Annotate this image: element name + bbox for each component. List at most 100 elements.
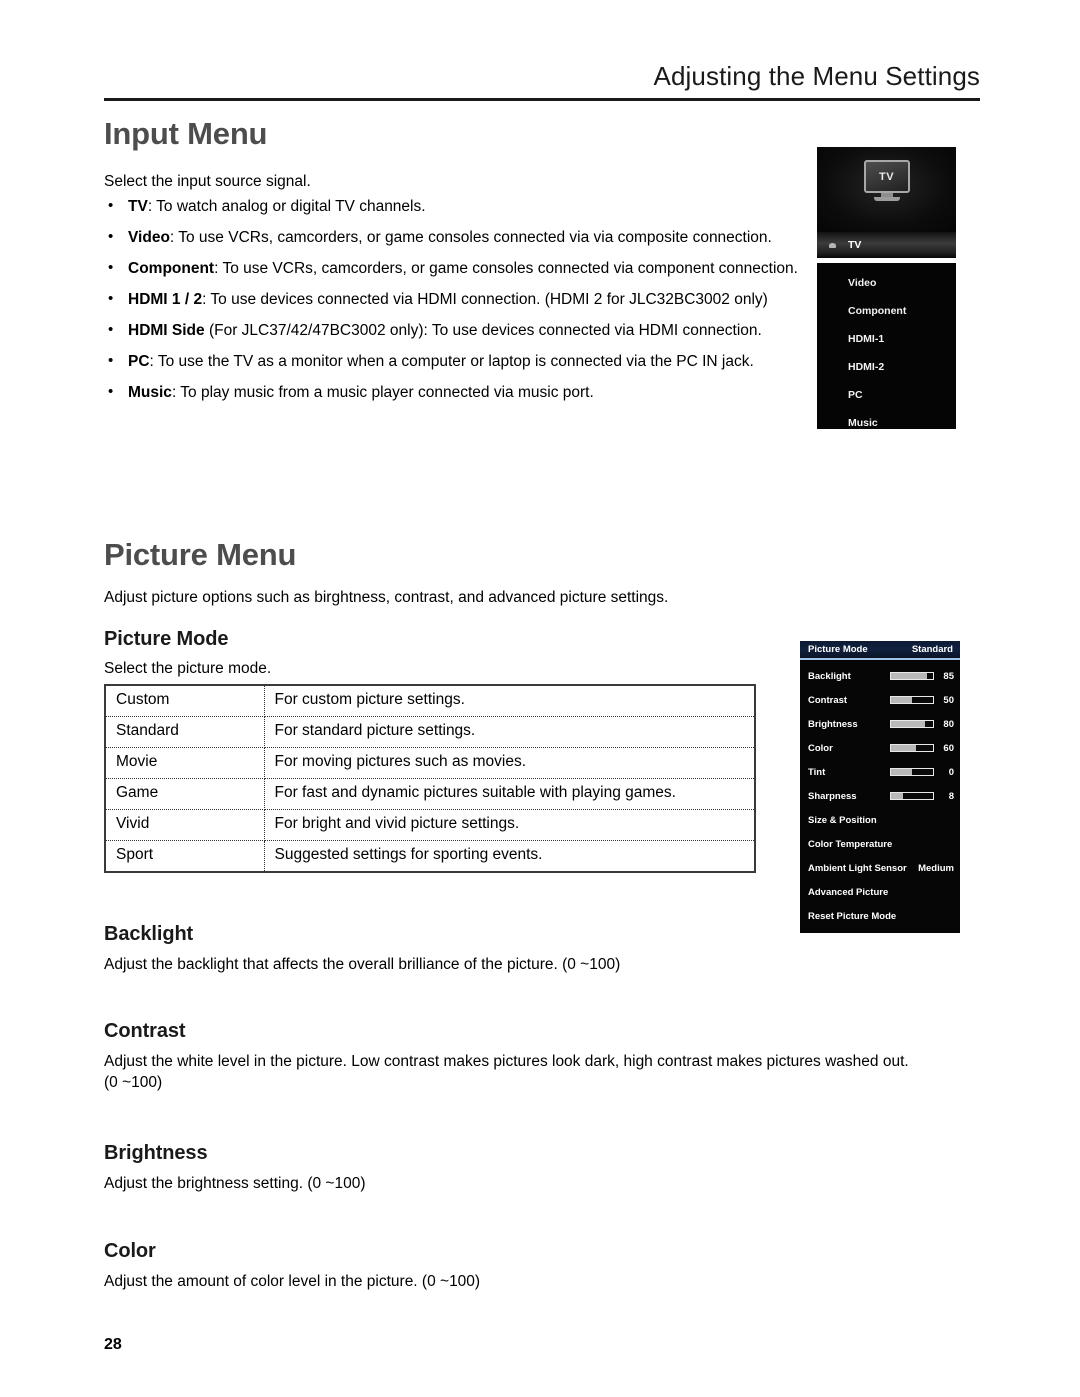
selection-marker-icon xyxy=(829,242,836,248)
contrast-heading: Contrast xyxy=(104,1020,186,1042)
running-header: Adjusting the Menu Settings xyxy=(104,62,980,91)
picture-mode-name-cell: Custom xyxy=(106,686,265,717)
input-source-bullet: Component: To use VCRs, camcorders, or g… xyxy=(104,257,904,280)
input-source-term: HDMI 1 / 2 xyxy=(128,291,203,308)
osd-input-item-component[interactable]: Component xyxy=(817,297,956,325)
picture-menu-intro: Adjust picture options such as birghtnes… xyxy=(104,589,669,606)
osd-input-item-pc[interactable]: PC xyxy=(817,381,956,409)
osd-picture-slider[interactable] xyxy=(890,768,934,776)
osd-picture-slider[interactable] xyxy=(890,792,934,800)
osd-tv-artwork: TV xyxy=(817,147,956,232)
osd-picture-row-value: Medium xyxy=(918,862,954,874)
picture-mode-description-cell: For standard picture settings. xyxy=(264,716,754,748)
osd-input-item-list: Video Component HDMI-1 HDMI-2 PC Music xyxy=(817,263,956,429)
osd-picture-title: Picture Mode xyxy=(808,644,868,655)
osd-picture-row-ambient-light-sensor[interactable]: Ambient Light Sensor Medium xyxy=(800,856,960,880)
osd-picture-row-label: Brightness xyxy=(808,718,858,730)
osd-picture-row-color[interactable]: Color 60 xyxy=(800,736,960,760)
osd-picture-slider[interactable] xyxy=(890,720,934,728)
input-menu-osd-panel: TV TV Video Component HDMI-1 HDMI-2 PC Music xyxy=(817,147,956,429)
osd-input-item-video[interactable]: Video xyxy=(817,269,956,297)
osd-picture-row-label: Sharpness xyxy=(808,790,857,802)
osd-input-item-music[interactable]: Music xyxy=(817,409,956,429)
picture-menu-osd-panel: Picture Mode Standard Backlight 85 Contras… xyxy=(800,641,960,933)
osd-picture-slider[interactable] xyxy=(890,696,934,704)
picture-mode-name-cell: Game xyxy=(106,778,265,810)
osd-picture-row-list: Backlight 85 Contrast 50 Brightness 80 Color 60… xyxy=(800,660,960,928)
picture-mode-name-cell: Sport xyxy=(106,840,265,871)
input-source-description: : To use VCRs, camcorders, or game conso… xyxy=(214,260,798,277)
input-source-description: : To watch analog or digital TV channels… xyxy=(147,198,426,215)
brightness-text: Adjust the brightness setting. (0 ~100) xyxy=(104,1175,366,1192)
osd-picture-row-tint[interactable]: Tint 0 xyxy=(800,760,960,784)
osd-picture-row-reset-picture-mode[interactable]: Reset Picture Mode xyxy=(800,904,960,928)
input-source-bullet: TV: To watch analog or digital TV channe… xyxy=(104,195,904,218)
table-row: Movie For moving pictures such as movies. xyxy=(106,747,754,779)
osd-picture-row-backlight[interactable]: Backlight 85 xyxy=(800,664,960,688)
osd-picture-row-label: Ambient Light Sensor xyxy=(808,862,907,874)
osd-picture-row-value: 80 xyxy=(943,718,954,730)
picture-mode-description-cell: For moving pictures such as movies. xyxy=(264,747,754,779)
osd-picture-row-contrast[interactable]: Contrast 50 xyxy=(800,688,960,712)
osd-input-item-tv-selected[interactable]: TV xyxy=(817,232,956,258)
osd-picture-row-color-temperature[interactable]: Color Temperature xyxy=(800,832,960,856)
header-rule xyxy=(104,98,980,101)
slider-fill xyxy=(891,721,925,727)
input-source-description: : To use the TV as a monitor when a comp… xyxy=(149,353,754,370)
picture-mode-intro: Select the picture mode. xyxy=(104,660,272,677)
brightness-heading: Brightness xyxy=(104,1142,208,1164)
input-source-description: : To use VCRs, camcorders, or game conso… xyxy=(169,229,772,246)
tv-icon: TV xyxy=(863,160,910,201)
table-row: Standard For standard picture settings. xyxy=(106,716,754,748)
table-row: Sport Suggested settings for sporting eve… xyxy=(106,840,754,871)
input-source-description: : To play music from a music player conn… xyxy=(171,384,594,401)
osd-input-item-hdmi-1[interactable]: HDMI-1 xyxy=(817,325,956,353)
picture-mode-heading: Picture Mode xyxy=(104,628,229,650)
osd-picture-row-label: Contrast xyxy=(808,694,848,706)
input-menu-heading: Input Menu xyxy=(104,116,268,151)
contrast-text: Adjust the white level in the picture. L… xyxy=(104,1053,909,1091)
osd-picture-row-label: Color Temperature xyxy=(808,838,893,850)
slider-fill xyxy=(891,745,917,751)
osd-picture-row-value: 60 xyxy=(943,742,954,754)
osd-picture-row-value: 50 xyxy=(943,694,954,706)
osd-picture-row-label: Reset Picture Mode xyxy=(808,910,897,922)
input-source-bullet: PC: To use the TV as a monitor when a co… xyxy=(104,350,904,373)
input-source-bullet: Video: To use VCRs, camcorders, or game … xyxy=(104,226,904,249)
osd-picture-row-brightness[interactable]: Brightness 80 xyxy=(800,712,960,736)
osd-input-item-hdmi-2[interactable]: HDMI-2 xyxy=(817,353,956,381)
osd-picture-header: Picture Mode Standard xyxy=(800,641,960,660)
osd-picture-row-value: 0 xyxy=(948,766,954,778)
picture-mode-description-cell: For bright and vivid picture settings. xyxy=(264,809,754,841)
picture-mode-description-cell: For fast and dynamic pictures suitable w… xyxy=(264,778,754,810)
picture-menu-heading: Picture Menu xyxy=(104,537,297,572)
osd-picture-slider[interactable] xyxy=(890,744,934,752)
input-source-term: HDMI Side xyxy=(128,322,205,339)
table-row: Vivid For bright and vivid picture settin… xyxy=(106,809,754,841)
page-number: 28 xyxy=(104,1336,122,1353)
table-row: Custom For custom picture settings. xyxy=(106,686,754,717)
input-source-bullet: Music: To play music from a music player… xyxy=(104,381,904,404)
osd-picture-row-advanced-picture[interactable]: Advanced Picture xyxy=(800,880,960,904)
input-source-bullet: HDMI Side (For JLC37/42/47BC3002 only): … xyxy=(104,319,904,342)
color-text: Adjust the amount of color level in the … xyxy=(104,1273,481,1290)
osd-picture-row-sharpness[interactable]: Sharpness 8 xyxy=(800,784,960,808)
osd-picture-row-value: 85 xyxy=(943,670,954,682)
osd-picture-row-label: Backlight xyxy=(808,670,851,682)
osd-picture-slider[interactable] xyxy=(890,672,934,680)
picture-mode-description-cell: For custom picture settings. xyxy=(264,686,754,717)
osd-picture-row-size-position[interactable]: Size & Position xyxy=(800,808,960,832)
input-source-term: TV xyxy=(128,198,148,215)
input-source-list: TV: To watch analog or digital TV channe… xyxy=(104,195,904,413)
slider-fill xyxy=(891,769,912,775)
input-source-term: Video xyxy=(128,229,170,246)
table-row: Game For fast and dynamic pictures suitab… xyxy=(106,778,754,810)
osd-picture-row-label: Tint xyxy=(808,766,826,778)
picture-mode-description-cell: Suggested settings for sporting events. xyxy=(274,845,543,863)
backlight-text: Adjust the backlight that affects the ov… xyxy=(104,956,621,973)
osd-picture-row-label: Color xyxy=(808,742,833,754)
picture-mode-name-cell: Vivid xyxy=(106,809,265,841)
input-source-term: Component xyxy=(128,260,215,277)
picture-mode-name-cell: Standard xyxy=(106,716,265,748)
osd-picture-row-label: Advanced Picture xyxy=(808,886,889,898)
